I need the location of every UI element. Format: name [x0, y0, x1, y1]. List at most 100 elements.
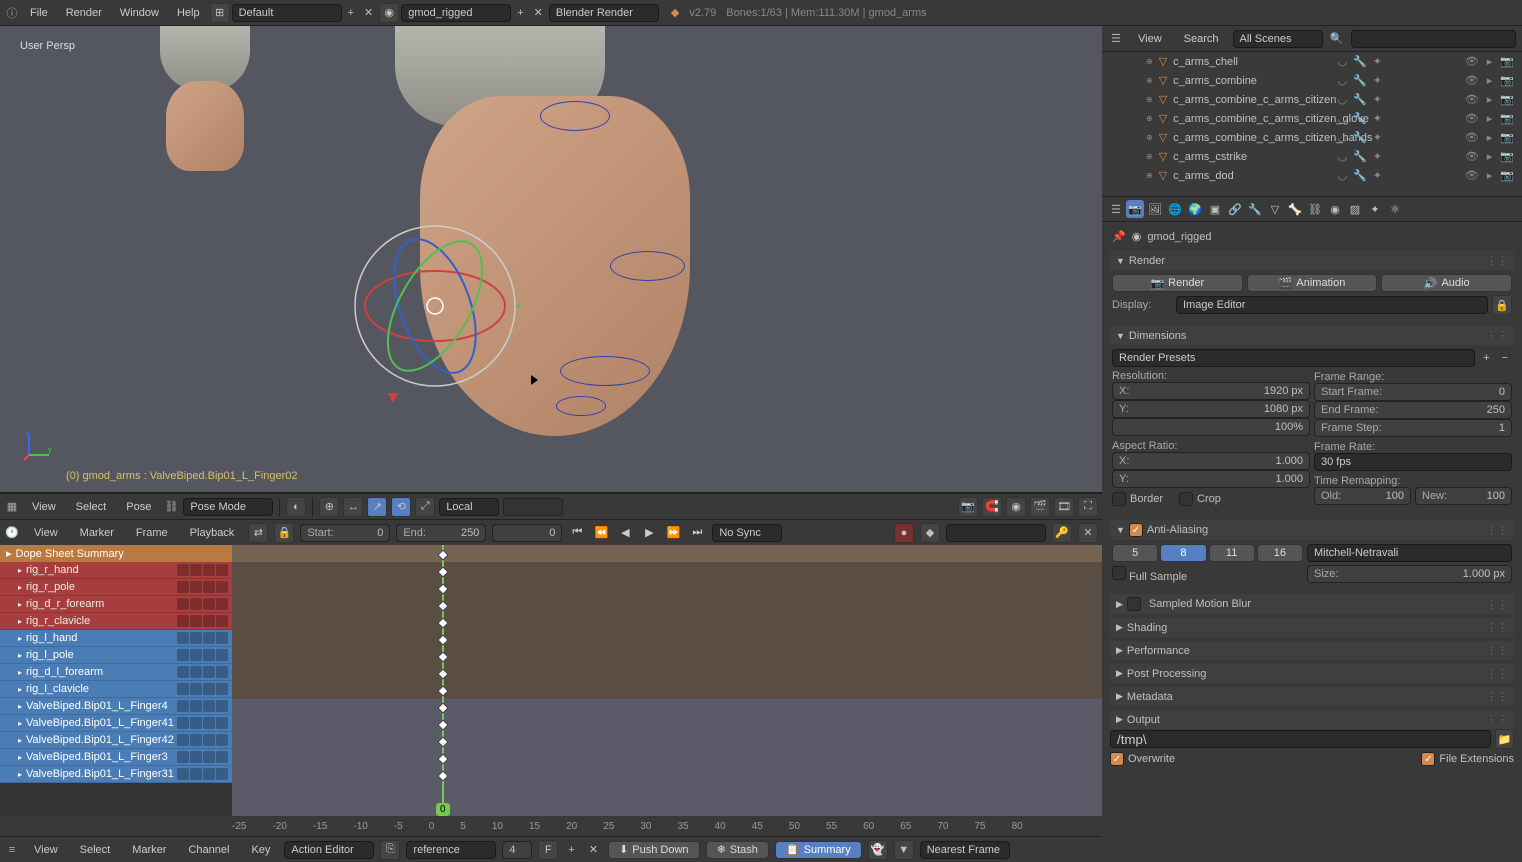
border-checkbox[interactable] — [1112, 492, 1126, 506]
channel-row[interactable]: ▸rig_r_pole — [0, 579, 232, 596]
panel-header-collapsed[interactable]: ▶Shading⋮⋮ — [1110, 618, 1514, 637]
menu-window[interactable]: Window — [112, 4, 167, 22]
end-frame-prop-field[interactable]: End Frame:250 — [1314, 401, 1512, 419]
vp-menu-select[interactable]: Select — [68, 498, 115, 516]
timeline-editor-icon[interactable]: 🕐 — [4, 525, 20, 541]
back-to-previous-icon[interactable]: ⊞ — [210, 3, 230, 23]
aa-sample-button[interactable]: 11 — [1209, 544, 1255, 562]
scene-field[interactable]: gmod_rigged — [401, 4, 511, 22]
stash-button[interactable]: ❄Stash — [706, 841, 769, 859]
panel-header-aa[interactable]: ▼Anti-Aliasing⋮⋮ — [1110, 520, 1514, 540]
ae-menu-marker[interactable]: Marker — [124, 841, 174, 859]
toggle-maximize-icon[interactable]: ⛶ — [1078, 497, 1098, 517]
remove-preset-button[interactable]: − — [1498, 350, 1512, 366]
outliner-editor-icon[interactable]: ☰ — [1108, 31, 1124, 47]
full-sample-checkbox[interactable] — [1112, 566, 1126, 580]
crop-checkbox[interactable] — [1179, 492, 1193, 506]
opengl-render-icon[interactable]: 🎬 — [1030, 497, 1050, 517]
orientation-field[interactable]: Local — [439, 498, 499, 516]
range-icon[interactable]: ⇄ — [248, 523, 268, 543]
insert-key-icon[interactable]: 🔑 — [1052, 523, 1072, 543]
keying-set-field[interactable] — [946, 524, 1046, 542]
outliner-search-input[interactable] — [1351, 30, 1516, 48]
proportional-icon[interactable]: ◉ — [1006, 497, 1026, 517]
panel-header-collapsed[interactable]: ▶Sampled Motion Blur⋮⋮ — [1110, 594, 1514, 614]
aa-filter-field[interactable]: Mitchell-Netravali — [1307, 544, 1512, 562]
filter-icon[interactable]: ▼ — [894, 840, 914, 860]
outliner-row[interactable]: ⊕ ▽ c_arms_chell◡🔧✦👁▸📷 — [1102, 52, 1522, 71]
render-presets-field[interactable]: Render Presets — [1112, 349, 1475, 367]
action-name-field[interactable]: reference — [406, 841, 496, 859]
tab-particles[interactable]: ✦ — [1366, 200, 1384, 218]
file-ext-checkbox[interactable] — [1421, 752, 1435, 766]
scale-manip-icon[interactable]: ⤢ — [415, 497, 435, 517]
push-down-button[interactable]: ⬇Push Down — [608, 841, 699, 859]
translate-manip-icon[interactable]: ↗ — [367, 497, 387, 517]
opengl-anim-icon[interactable]: 🎞 — [1054, 497, 1074, 517]
jump-start-icon[interactable]: ⏮ — [568, 524, 586, 542]
tl-menu-marker[interactable]: Marker — [72, 524, 122, 542]
dopesheet-summary-row[interactable]: ▸Dope Sheet Summary — [0, 545, 232, 562]
aspect-y-field[interactable]: Y:1.000 — [1112, 470, 1310, 488]
dopesheet-timeline[interactable]: 0 — [232, 545, 1102, 816]
old-map-field[interactable]: Old:100 — [1314, 487, 1411, 505]
keyframe-next-icon[interactable]: ⏩ — [664, 524, 682, 542]
channel-row[interactable]: ▸rig_r_hand — [0, 562, 232, 579]
audio-button[interactable]: 🔊Audio — [1381, 274, 1512, 292]
ae-menu-key[interactable]: Key — [243, 841, 278, 859]
panel-header-collapsed[interactable]: ▶Post Processing⋮⋮ — [1110, 664, 1514, 683]
ghost-icon[interactable]: 👻 — [868, 840, 888, 860]
tab-material[interactable]: ◉ — [1326, 200, 1344, 218]
outliner-row[interactable]: ⊕ ▽ c_arms_combine_c_arms_citizen_glove◡… — [1102, 109, 1522, 128]
snap-mode-field[interactable]: Nearest Frame — [920, 841, 1010, 859]
outliner-tree[interactable]: ⊕ ▽ c_arms_chell◡🔧✦👁▸📷 ⊕ ▽ c_arms_combine… — [1102, 52, 1522, 196]
fps-field[interactable]: 30 fps — [1314, 453, 1512, 471]
lock-display-icon[interactable]: 🔒 — [1492, 295, 1512, 315]
channel-row[interactable]: ▸rig_l_hand — [0, 630, 232, 647]
output-path-input[interactable] — [1110, 730, 1491, 748]
start-frame-prop-field[interactable]: Start Frame:0 — [1314, 383, 1512, 401]
jump-end-icon[interactable]: ⏭ — [688, 524, 706, 542]
tab-render-layers[interactable]: 🖼 — [1146, 200, 1164, 218]
tl-menu-view[interactable]: View — [26, 524, 66, 542]
play-icon[interactable]: ▶ — [640, 524, 658, 542]
action-editor-icon[interactable]: ≡ — [4, 842, 20, 858]
add-scene-button[interactable]: + — [513, 5, 527, 21]
vp-menu-view[interactable]: View — [24, 498, 64, 516]
channel-row[interactable]: ▸rig_d_r_forearm — [0, 596, 232, 613]
3d-viewport[interactable]: User Persp (0) gmod_arms : ValveBiped.Bi… — [0, 26, 1102, 493]
summary-toggle[interactable]: 📋Summary — [775, 841, 862, 859]
start-frame-field[interactable]: Start:0 — [300, 524, 390, 542]
screen-layout-field[interactable]: Default — [232, 4, 342, 22]
new-map-field[interactable]: New:100 — [1415, 487, 1512, 505]
render-engine-field[interactable]: Blender Render — [549, 4, 659, 22]
menu-file[interactable]: File — [22, 4, 56, 22]
props-editor-icon[interactable]: ☰ — [1108, 201, 1124, 217]
rotate-manip-icon[interactable]: ⟲ — [391, 497, 411, 517]
ae-menu-view[interactable]: View — [26, 841, 66, 859]
add-layout-button[interactable]: + — [344, 5, 358, 21]
new-action-button[interactable]: + — [564, 842, 578, 858]
ae-menu-channel[interactable]: Channel — [180, 841, 237, 859]
tl-menu-playback[interactable]: Playback — [182, 524, 243, 542]
panel-header-collapsed[interactable]: ▶Output⋮⋮ — [1110, 710, 1514, 729]
render-button[interactable]: 📷Render — [1112, 274, 1243, 292]
sync-field[interactable]: No Sync — [712, 524, 782, 542]
tab-bone-constraint[interactable]: ⛓ — [1306, 200, 1324, 218]
dopesheet-mode-field[interactable]: Action Editor — [284, 841, 374, 859]
aa-enable-checkbox[interactable] — [1129, 523, 1143, 537]
auto-keyframe-icon[interactable]: ● — [894, 523, 914, 543]
channel-row[interactable]: ▸ValveBiped.Bip01_L_Finger42 — [0, 732, 232, 749]
delete-scene-button[interactable]: ✕ — [530, 4, 547, 21]
tab-bone[interactable]: 🦴 — [1286, 200, 1304, 218]
overwrite-checkbox[interactable] — [1110, 752, 1124, 766]
panel-header-collapsed[interactable]: ▶Metadata⋮⋮ — [1110, 687, 1514, 706]
tab-modifiers[interactable]: 🔧 — [1246, 200, 1264, 218]
ol-menu-search[interactable]: Search — [1176, 30, 1227, 48]
delete-key-icon[interactable]: ✕ — [1078, 523, 1098, 543]
channel-row[interactable]: ▸ValveBiped.Bip01_L_Finger3 — [0, 749, 232, 766]
channel-row[interactable]: ▸ValveBiped.Bip01_L_Finger31 — [0, 766, 232, 783]
menu-render[interactable]: Render — [58, 4, 110, 22]
rotation-gizmo[interactable] — [350, 221, 520, 391]
channel-row[interactable]: ▸ValveBiped.Bip01_L_Finger4 — [0, 698, 232, 715]
